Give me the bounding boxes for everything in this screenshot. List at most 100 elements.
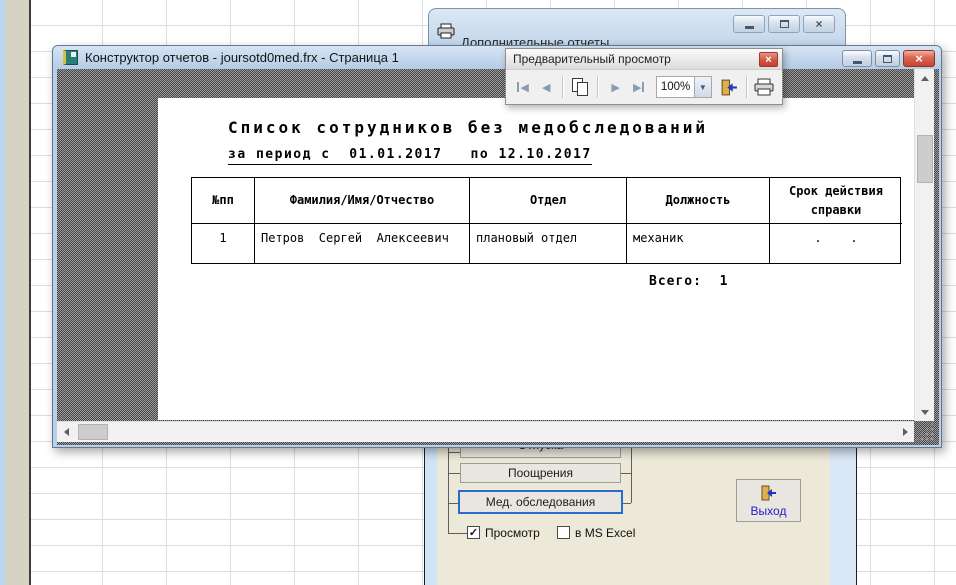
preview-toolbar-title: Предварительный просмотр <box>513 52 671 66</box>
close-icon: × <box>915 51 923 66</box>
printer-icon <box>437 23 455 39</box>
reports-form-caption-buttons: × <box>733 15 835 33</box>
table-cell: Петров Сергей Алексеевич <box>254 224 469 263</box>
exit-button-label: Выход <box>751 504 787 518</box>
previous-page-button[interactable]: ◀ <box>536 75 556 99</box>
previous-page-icon: ◀ <box>542 81 550 94</box>
restore-icon <box>883 55 892 63</box>
restore-button[interactable] <box>875 50 900 67</box>
scroll-up-button[interactable] <box>915 69 935 87</box>
caption-buttons: × <box>842 50 935 67</box>
table-cell: . . <box>769 224 902 263</box>
excel-checkbox[interactable] <box>557 526 570 539</box>
minimize-icon <box>745 26 754 29</box>
scroll-down-button[interactable] <box>915 403 935 421</box>
close-button[interactable]: × <box>759 52 778 67</box>
grid-border-line <box>29 0 31 585</box>
report-table: №пп Фамилия/Имя/Отчество Отдел Должность… <box>191 177 901 264</box>
table-header: Должность <box>626 178 769 224</box>
printer-icon <box>754 78 774 96</box>
preview-toolbar-buttons: ◀ ◀ ▶ ▶ 100% ▼ <box>506 70 782 104</box>
close-button[interactable]: × <box>803 15 835 33</box>
preview-checkbox[interactable]: ✓ <box>467 526 480 539</box>
minimize-icon <box>853 61 862 64</box>
zoom-value: 100% <box>657 77 694 97</box>
form-left-border <box>425 448 437 585</box>
preview-checkbox-label: Просмотр <box>485 526 540 540</box>
excel-checkbox-label: в MS Excel <box>575 526 635 540</box>
chevron-down-icon: ▼ <box>699 83 707 92</box>
first-page-icon <box>517 82 519 92</box>
scroll-up-icon <box>921 76 929 81</box>
table-cell: плановый отдел <box>469 224 626 263</box>
exit-door-icon <box>720 78 739 97</box>
connector-line <box>448 452 460 453</box>
connector-line <box>448 503 458 504</box>
restore-button[interactable] <box>768 15 800 33</box>
preview-toolbar-window: Предварительный просмотр × ◀ ◀ ▶ ▶ <box>505 48 783 105</box>
table-cell: 1 <box>192 224 254 263</box>
table-header: Фамилия/Имя/Отчество <box>254 178 469 224</box>
last-page-button[interactable]: ▶ <box>629 75 649 99</box>
toolbar-separator <box>562 76 564 98</box>
exit-door-icon <box>760 484 778 502</box>
reports-form-window-titlebar[interactable]: Дополнительные отчеты × <box>428 8 846 50</box>
table-header: Срок действия справки <box>769 178 902 224</box>
preview-toolbar-titlebar[interactable]: Предварительный просмотр × <box>506 49 782 70</box>
rewards-button[interactable]: Поощрения <box>460 463 621 483</box>
medical-exams-button[interactable]: Мед. обследования <box>458 490 623 514</box>
scroll-left-icon <box>64 428 69 436</box>
report-designer-window: Конструктор отчетов - joursotd0med.frx -… <box>52 45 942 448</box>
vertical-scrollbar[interactable] <box>914 69 934 421</box>
first-page-button[interactable]: ◀ <box>513 75 533 99</box>
report-title: Список сотрудников без медобследований <box>228 118 708 137</box>
table-header: Отдел <box>469 178 626 224</box>
report-designer-title: Конструктор отчетов - joursotd0med.frx -… <box>85 50 399 65</box>
last-page-icon <box>642 82 644 92</box>
rewards-button-label: Поощрения <box>508 466 573 480</box>
horizontal-scrollbar[interactable] <box>57 421 914 442</box>
preview-client-area: Список сотрудников без медобследований з… <box>57 69 939 445</box>
row-header-strip <box>6 0 29 585</box>
toolbar-separator <box>746 76 748 98</box>
report-page: Список сотрудников без медобследований з… <box>158 98 914 420</box>
notebook-icon <box>63 50 78 65</box>
connector-line <box>623 503 631 504</box>
next-page-button[interactable]: ▶ <box>605 75 625 99</box>
next-page-icon: ▶ <box>611 81 619 94</box>
minimize-button[interactable] <box>842 50 872 67</box>
zoom-dropdown-button[interactable]: ▼ <box>694 77 711 97</box>
scroll-right-button[interactable] <box>896 422 914 442</box>
zoom-combobox[interactable]: 100% ▼ <box>656 76 712 98</box>
check-icon: ✓ <box>469 526 478 539</box>
screen: Дополнительные отчеты × Отпуска Поощрени… <box>0 0 956 585</box>
connector-line <box>448 448 449 534</box>
connector-line <box>448 533 467 534</box>
close-button[interactable]: × <box>903 50 935 67</box>
connector-line <box>621 473 631 474</box>
scroll-right-icon <box>903 428 908 436</box>
close-preview-button[interactable] <box>719 75 740 99</box>
connector-line <box>448 473 460 474</box>
minimize-button[interactable] <box>733 15 765 33</box>
restore-icon <box>780 20 789 28</box>
resize-grip[interactable] <box>915 422 934 441</box>
table-header: №пп <box>192 178 254 224</box>
reports-form-window: Отпуска Поощрения Мед. обследования ✓ Пр… <box>424 448 857 585</box>
report-period: за период с 01.01.2017 по 12.10.2017 <box>228 147 592 165</box>
report-designer-titlebar[interactable]: Конструктор отчетов - joursotd0med.frx -… <box>53 46 941 69</box>
page-thumbnails-button[interactable] <box>570 75 591 99</box>
first-page-icon: ◀ <box>520 81 528 94</box>
toolbar-separator <box>597 76 599 98</box>
pages-icon <box>572 78 590 97</box>
horizontal-scroll-thumb[interactable] <box>78 424 108 440</box>
scroll-left-button[interactable] <box>57 422 75 442</box>
form-right-border <box>830 448 856 585</box>
exit-button[interactable]: Выход <box>736 479 801 522</box>
connector-line <box>631 448 632 503</box>
last-page-icon: ▶ <box>633 81 641 94</box>
close-icon: × <box>765 54 771 66</box>
vertical-scroll-thumb[interactable] <box>917 135 933 183</box>
close-icon: × <box>815 17 822 31</box>
print-button[interactable] <box>754 75 775 99</box>
